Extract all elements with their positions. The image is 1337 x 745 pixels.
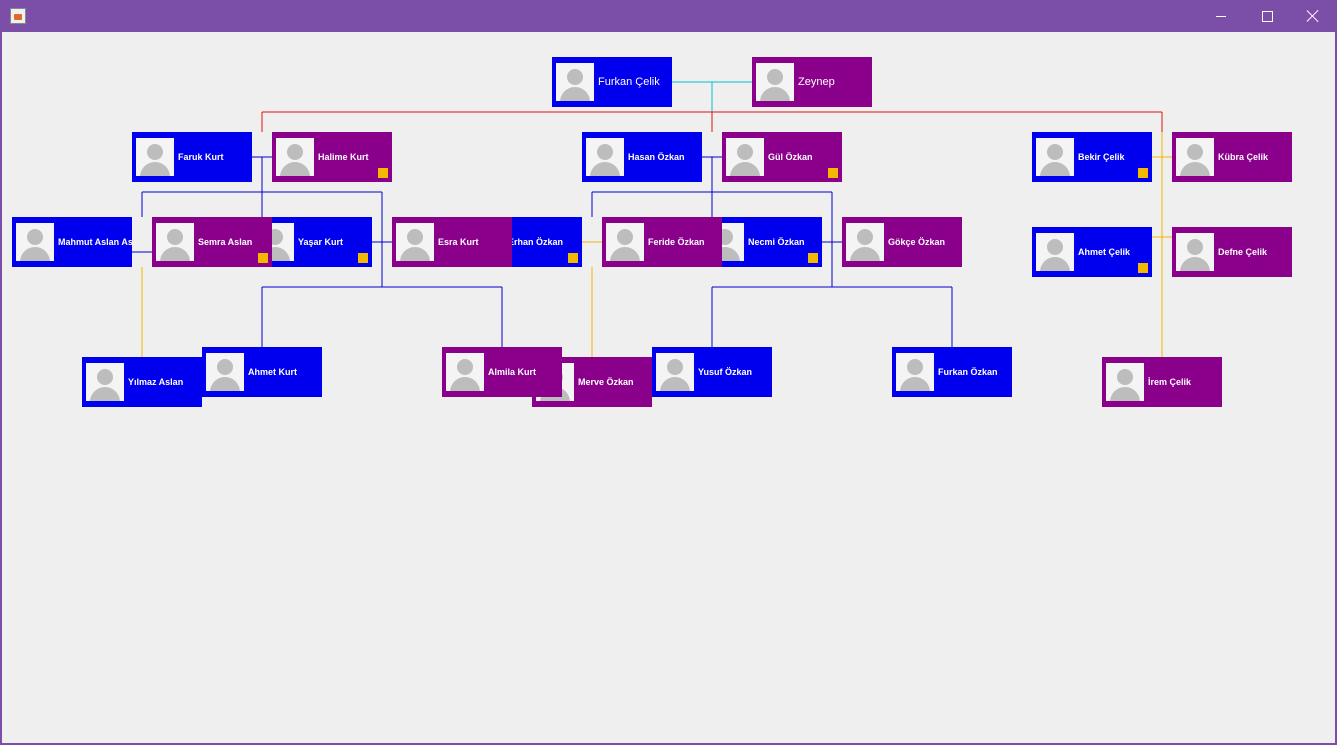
avatar-icon [606, 223, 644, 261]
person-name: Gül Özkan [768, 152, 813, 162]
avatar-icon [586, 138, 624, 176]
person-card-bekir-celik[interactable]: Bekir Çelik [1032, 132, 1152, 182]
avatar-icon [86, 363, 124, 401]
person-name: Mahmut Aslan Aslan [58, 237, 132, 247]
status-badge [258, 253, 268, 263]
avatar-icon [16, 223, 54, 261]
avatar-icon [1176, 138, 1214, 176]
person-name: Bekir Çelik [1078, 152, 1125, 162]
java-app-icon [10, 8, 26, 24]
avatar-icon [756, 63, 794, 101]
person-card-feride-ozkan[interactable]: Feride Özkan [602, 217, 722, 267]
status-badge [808, 253, 818, 263]
person-card-irem-celik[interactable]: İrem Çelik [1102, 357, 1222, 407]
avatar-icon [156, 223, 194, 261]
avatar-icon [446, 353, 484, 391]
family-tree-canvas: Furkan Çelik Zeynep Faruk Kurt Halime Ku… [2, 32, 1335, 743]
person-name: Ahmet Kurt [248, 367, 297, 377]
avatar-icon [656, 353, 694, 391]
person-name: Yaşar Kurt [298, 237, 344, 247]
minimize-button[interactable] [1198, 0, 1244, 32]
avatar-icon [396, 223, 434, 261]
person-name: Yusuf Özkan [698, 367, 753, 377]
avatar-icon [896, 353, 934, 391]
person-card-mahmut-aslan[interactable]: Mahmut Aslan Aslan [12, 217, 132, 267]
maximize-button[interactable] [1244, 0, 1290, 32]
person-card-esra-kurt[interactable]: Esra Kurt [392, 217, 512, 267]
title-bar [0, 0, 1337, 32]
status-badge [828, 168, 838, 178]
person-name: Esra Kurt [438, 237, 479, 247]
avatar-icon [1036, 138, 1074, 176]
minimize-icon [1216, 15, 1226, 17]
person-card-furkan-celik[interactable]: Furkan Çelik [552, 57, 672, 107]
status-badge [358, 253, 368, 263]
maximize-icon [1261, 10, 1273, 22]
person-name: Faruk Kurt [178, 152, 224, 162]
person-name: Yılmaz Aslan [128, 377, 184, 387]
person-card-gul-ozkan[interactable]: Gül Özkan [722, 132, 842, 182]
person-card-zeynep[interactable]: Zeynep [752, 57, 872, 107]
avatar-icon [846, 223, 884, 261]
status-badge [568, 253, 578, 263]
avatar-icon [276, 138, 314, 176]
person-card-hasan-ozkan[interactable]: Hasan Özkan [582, 132, 702, 182]
person-card-furkan-ozkan[interactable]: Furkan Özkan [892, 347, 1012, 397]
root-children-line [261, 111, 1163, 132]
avatar-icon [136, 138, 174, 176]
person-name: Furkan Çelik [598, 76, 660, 88]
person-name: Kübra Çelik [1218, 152, 1269, 162]
person-name: Almila Kurt [488, 367, 537, 377]
person-name: Necmi Özkan [748, 237, 805, 247]
avatar-icon [1176, 233, 1214, 271]
root-marriage-line [670, 81, 752, 112]
avatar-icon [206, 353, 244, 391]
avatar-icon [1036, 233, 1074, 271]
avatar-icon [556, 63, 594, 101]
close-icon [1307, 10, 1319, 22]
person-card-faruk-kurt[interactable]: Faruk Kurt [132, 132, 252, 182]
person-card-ahmet-celik[interactable]: Ahmet Çelik [1032, 227, 1152, 277]
person-name: Defne Çelik [1218, 247, 1268, 257]
person-name: Semra Aslan [198, 237, 253, 247]
person-name: Zeynep [798, 76, 835, 88]
person-card-kubra-celik[interactable]: Kübra Çelik [1172, 132, 1292, 182]
person-card-halime-kurt[interactable]: Halime Kurt [272, 132, 392, 182]
person-card-yusuf-ozkan[interactable]: Yusuf Özkan [652, 347, 772, 397]
status-badge [378, 168, 388, 178]
person-card-defne-celik[interactable]: Defne Çelik [1172, 227, 1292, 277]
person-name: Gökçe Özkan [888, 237, 946, 247]
person-card-gokce-ozkan[interactable]: Gökçe Özkan [842, 217, 962, 267]
person-name: Furkan Özkan [938, 367, 998, 377]
avatar-icon [1106, 363, 1144, 401]
person-card-ahmet-kurt[interactable]: Ahmet Kurt [202, 347, 322, 397]
person-name: İrem Çelik [1148, 377, 1192, 387]
person-card-semra-aslan[interactable]: Semra Aslan [152, 217, 272, 267]
person-card-almila-kurt[interactable]: Almila Kurt [442, 347, 562, 397]
person-name: Halime Kurt [318, 152, 369, 162]
status-badge [1138, 263, 1148, 273]
person-name: Hasan Özkan [628, 152, 685, 162]
person-name: Feride Özkan [648, 237, 705, 247]
person-card-yilmaz-aslan[interactable]: Yılmaz Aslan [82, 357, 202, 407]
close-button[interactable] [1290, 0, 1336, 32]
person-name: Ahmet Çelik [1078, 247, 1131, 257]
person-name: Erhan Özkan [508, 237, 564, 247]
status-badge [1138, 168, 1148, 178]
avatar-icon [726, 138, 764, 176]
person-name: Merve Özkan [578, 377, 634, 387]
